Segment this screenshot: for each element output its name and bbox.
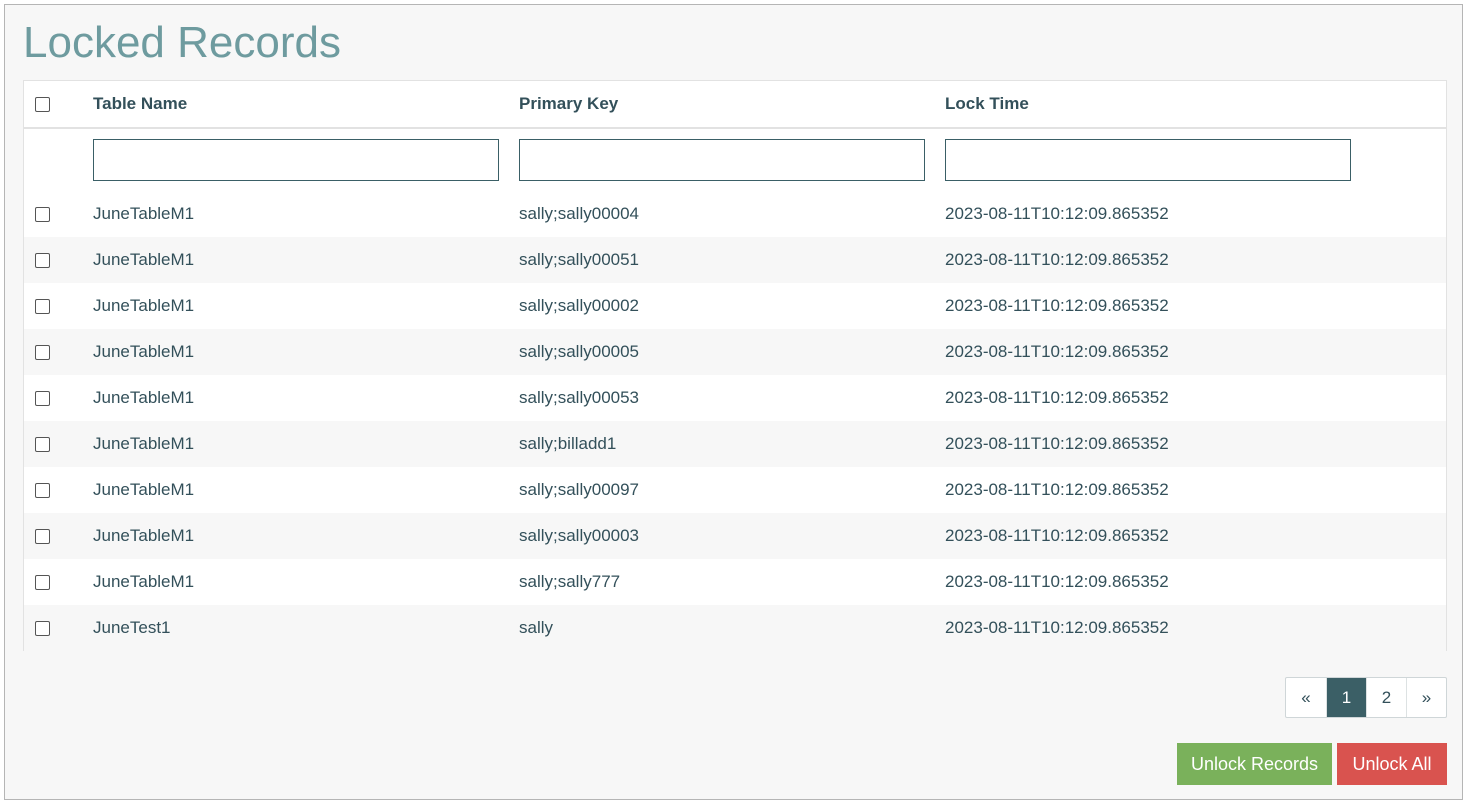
- cell-primary-key: sally;sally00053: [519, 375, 945, 421]
- primary-key-filter-input[interactable]: [519, 139, 925, 181]
- row-select-checkbox[interactable]: [35, 253, 50, 269]
- row-select-checkbox[interactable]: [35, 345, 50, 361]
- pagination-page-1[interactable]: 1: [1326, 678, 1366, 717]
- unlock-records-button[interactable]: Unlock Records: [1177, 743, 1332, 785]
- row-select-checkbox[interactable]: [35, 207, 50, 223]
- cell-table-name: JuneTableM1: [93, 559, 519, 605]
- cell-primary-key: sally;sally777: [519, 559, 945, 605]
- column-header-primary-key[interactable]: Primary Key: [519, 81, 945, 129]
- row-select-checkbox[interactable]: [35, 529, 50, 545]
- row-select-checkbox[interactable]: [35, 575, 50, 591]
- cell-lock-time: 2023-08-11T10:12:09.865352: [945, 605, 1446, 651]
- cell-lock-time: 2023-08-11T10:12:09.865352: [945, 329, 1446, 375]
- cell-table-name: JuneTableM1: [93, 237, 519, 283]
- table-row[interactable]: JuneTableM1 sally;sally00005 2023-08-11T10…: [24, 329, 1446, 375]
- pagination: « 1 2 »: [1285, 677, 1447, 718]
- cell-primary-key: sally;sally00002: [519, 283, 945, 329]
- cell-table-name: JuneTableM1: [93, 375, 519, 421]
- cell-primary-key: sally;sally00097: [519, 467, 945, 513]
- cell-lock-time: 2023-08-11T10:12:09.865352: [945, 513, 1446, 559]
- row-select-checkbox[interactable]: [35, 437, 50, 453]
- row-select-checkbox[interactable]: [35, 483, 50, 499]
- cell-lock-time: 2023-08-11T10:12:09.865352: [945, 421, 1446, 467]
- unlock-all-button[interactable]: Unlock All: [1337, 743, 1447, 785]
- cell-primary-key: sally;sally00051: [519, 237, 945, 283]
- table-name-filter-input[interactable]: [93, 139, 499, 181]
- select-all-cell: [24, 81, 93, 129]
- table-row[interactable]: JuneTest1 sally 2023-08-11T10:12:09.865352: [24, 605, 1446, 651]
- cell-lock-time: 2023-08-11T10:12:09.865352: [945, 467, 1446, 513]
- row-select-checkbox[interactable]: [35, 621, 50, 637]
- table-header-row: Table Name Primary Key Lock Time: [24, 81, 1446, 129]
- cell-primary-key: sally;sally00004: [519, 191, 945, 237]
- cell-table-name: JuneTableM1: [93, 283, 519, 329]
- cell-table-name: JuneTableM1: [93, 191, 519, 237]
- row-select-checkbox[interactable]: [35, 391, 50, 407]
- row-select-checkbox[interactable]: [35, 299, 50, 315]
- cell-lock-time: 2023-08-11T10:12:09.865352: [945, 559, 1446, 605]
- cell-table-name: JuneTest1: [93, 605, 519, 651]
- pagination-page-2[interactable]: 2: [1366, 678, 1406, 717]
- cell-table-name: JuneTableM1: [93, 513, 519, 559]
- cell-table-name: JuneTableM1: [93, 329, 519, 375]
- table-row[interactable]: JuneTableM1 sally;sally00003 2023-08-11T10…: [24, 513, 1446, 559]
- page-title: Locked Records: [23, 18, 341, 67]
- table-row[interactable]: JuneTableM1 sally;sally00051 2023-08-11T10…: [24, 237, 1446, 283]
- cell-primary-key: sally: [519, 605, 945, 651]
- table-row[interactable]: JuneTableM1 sally;sally00004 2023-08-11T10…: [24, 191, 1446, 237]
- cell-primary-key: sally;sally00003: [519, 513, 945, 559]
- locked-records-panel: Locked Records Table Name Primary Key Lo…: [4, 4, 1463, 800]
- cell-primary-key: sally;sally00005: [519, 329, 945, 375]
- table-row[interactable]: JuneTableM1 sally;billadd1 2023-08-11T10:1…: [24, 421, 1446, 467]
- cell-primary-key: sally;billadd1: [519, 421, 945, 467]
- column-header-table-name[interactable]: Table Name: [93, 81, 519, 129]
- cell-lock-time: 2023-08-11T10:12:09.865352: [945, 375, 1446, 421]
- table-row[interactable]: JuneTableM1 sally;sally00002 2023-08-11T10…: [24, 283, 1446, 329]
- filter-row: [24, 128, 1446, 191]
- cell-lock-time: 2023-08-11T10:12:09.865352: [945, 237, 1446, 283]
- cell-lock-time: 2023-08-11T10:12:09.865352: [945, 283, 1446, 329]
- table-row[interactable]: JuneTableM1 sally;sally00097 2023-08-11T10…: [24, 467, 1446, 513]
- cell-table-name: JuneTableM1: [93, 421, 519, 467]
- locked-records-table: Table Name Primary Key Lock Time JuneTab…: [23, 80, 1447, 651]
- pagination-next[interactable]: »: [1406, 678, 1446, 717]
- column-header-lock-time[interactable]: Lock Time: [945, 81, 1446, 129]
- table-row[interactable]: JuneTableM1 sally;sally00053 2023-08-11T10…: [24, 375, 1446, 421]
- cell-table-name: JuneTableM1: [93, 467, 519, 513]
- table-row[interactable]: JuneTableM1 sally;sally777 2023-08-11T10:1…: [24, 559, 1446, 605]
- lock-time-filter-input[interactable]: [945, 139, 1351, 181]
- pagination-prev[interactable]: «: [1286, 678, 1326, 717]
- select-all-checkbox[interactable]: [35, 97, 50, 113]
- cell-lock-time: 2023-08-11T10:12:09.865352: [945, 191, 1446, 237]
